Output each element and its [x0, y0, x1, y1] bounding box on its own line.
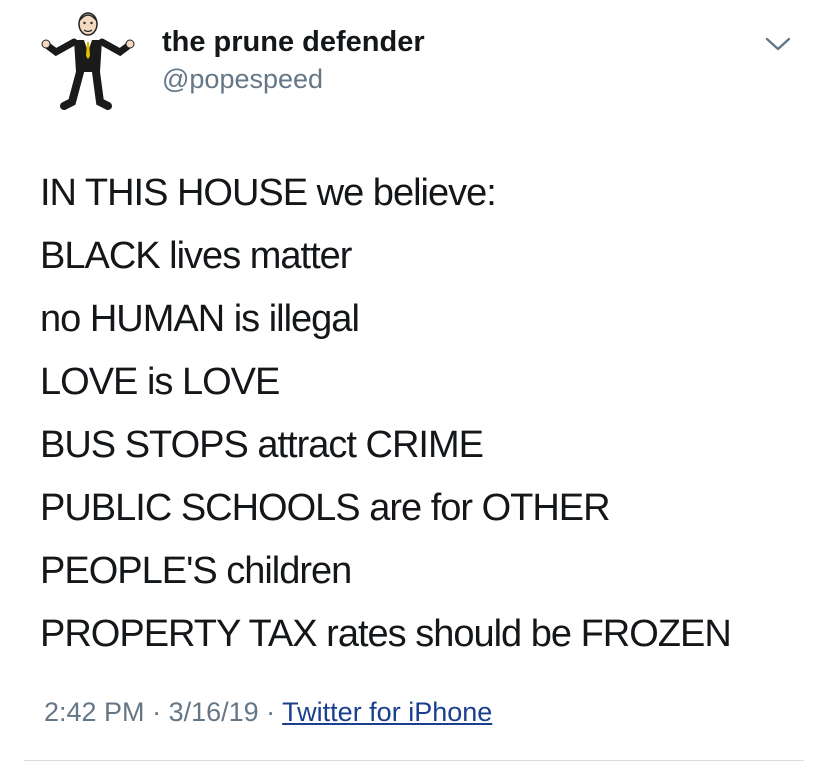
divider [24, 760, 804, 761]
tweet-line: BUS STOPS attract CRIME [40, 424, 484, 466]
chevron-down-icon[interactable] [764, 34, 792, 54]
tweet-line: PUBLIC SCHOOLS are for OTHER [40, 487, 611, 529]
avatar[interactable] [38, 6, 138, 116]
meta-separator: · [258, 697, 283, 727]
avatar-illustration [41, 12, 135, 110]
tweet-date[interactable]: 3/16/19 [169, 697, 259, 727]
tweet-line: PROPERTY TAX rates should be FROZEN [40, 613, 732, 655]
user-handle[interactable]: @popespeed [162, 62, 425, 96]
tweet-line: no HUMAN is illegal [40, 298, 360, 340]
tweet-line: IN THIS HOUSE we believe: [40, 172, 497, 214]
tweet-card: the prune defender @popespeed IN THIS HO… [0, 0, 828, 782]
tweet-line: LOVE is LOVE [40, 361, 280, 403]
display-name[interactable]: the prune defender [162, 24, 425, 60]
meta-separator: · [144, 697, 169, 727]
tweet-line: PEOPLE'S children [40, 550, 352, 592]
user-info[interactable]: the prune defender @popespeed [162, 24, 425, 96]
tweet-time[interactable]: 2:42 PM [44, 697, 145, 727]
tweet-meta: 2:42 PM · 3/16/19 · Twitter for iPhone [44, 692, 492, 732]
tweet-line: BLACK lives matter [40, 235, 352, 277]
tweet-text: IN THIS HOUSE we believe: BLACK lives ma… [40, 162, 820, 666]
tweet-source-link[interactable]: Twitter for iPhone [282, 697, 492, 727]
